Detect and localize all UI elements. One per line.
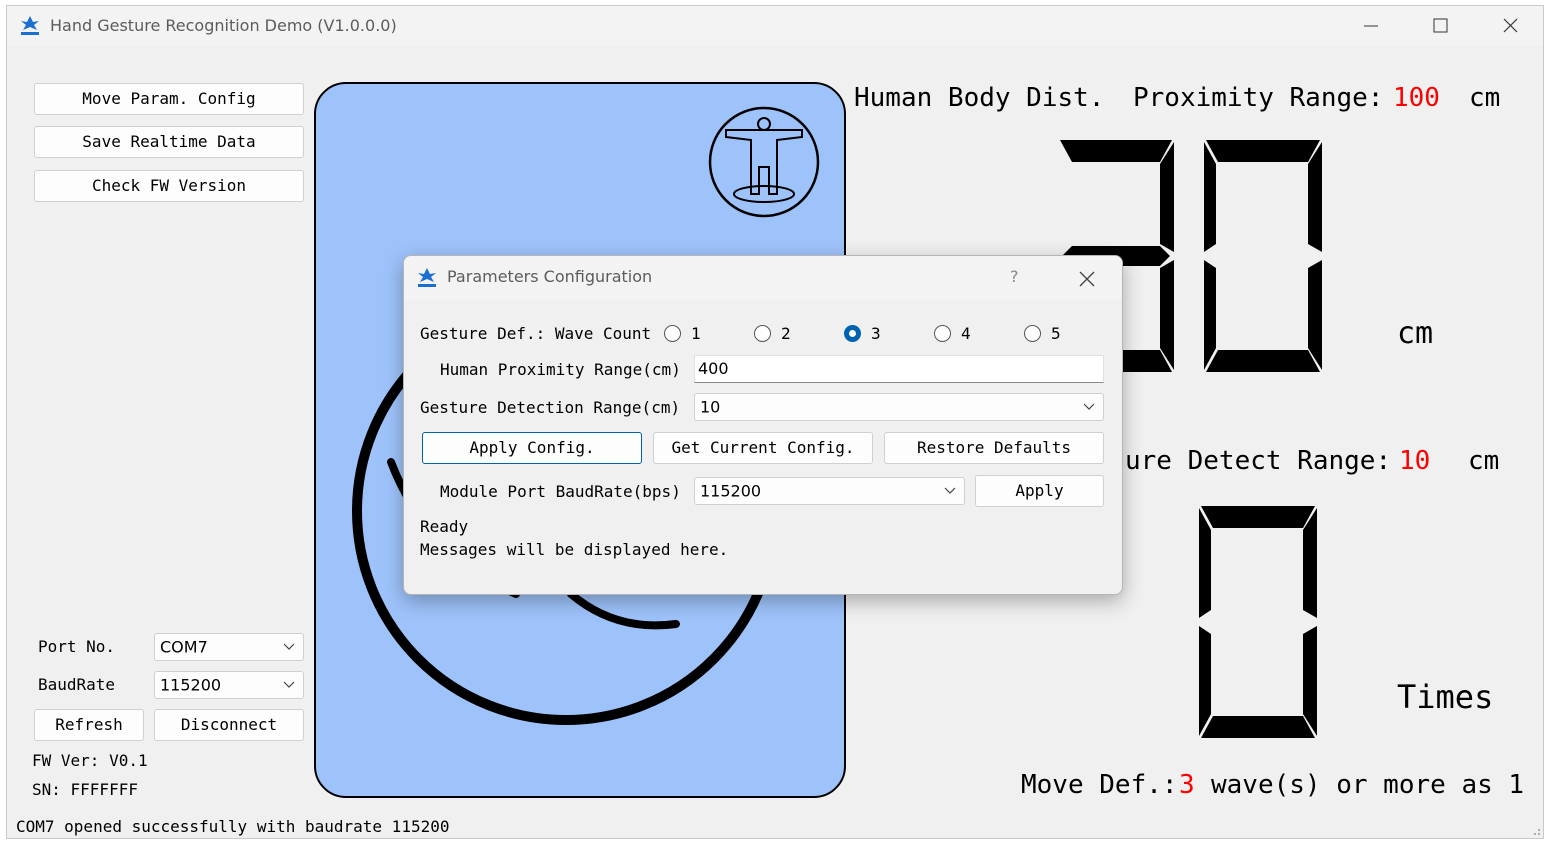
gesture-range-unit: cm <box>1468 446 1500 476</box>
port-select-value: COM7 <box>160 637 208 657</box>
count-unit: Times <box>1397 678 1494 716</box>
close-icon[interactable] <box>1076 268 1098 290</box>
restore-defaults-button[interactable]: Restore Defaults <box>884 432 1104 464</box>
app-logo-icon <box>21 16 39 35</box>
distance-unit: cm <box>1397 316 1434 351</box>
dialog-status-line-2: Messages will be displayed here. <box>420 540 729 559</box>
baudrate-label: BaudRate <box>38 675 116 694</box>
resize-grip-icon[interactable] <box>1529 824 1541 836</box>
title-bar: Hand Gesture Recognition Demo (V1.0.0.0) <box>7 6 1543 46</box>
chevron-down-icon <box>283 681 295 688</box>
human-body-dist-label: Human Body Dist. <box>854 83 1105 113</box>
human-range-input[interactable]: 400 <box>694 355 1104 383</box>
move-def-label: Move Def.: <box>1021 770 1178 800</box>
chevron-down-icon <box>283 643 295 650</box>
gesture-range-value: 10 <box>1399 446 1431 476</box>
serial-number-text: SN: FFFFFFF <box>32 780 138 799</box>
app-logo-icon <box>418 268 436 287</box>
wave-count-radio-5[interactable] <box>1024 325 1041 342</box>
maximize-icon[interactable] <box>1420 14 1460 38</box>
module-baudrate-select[interactable]: 115200 <box>694 477 965 505</box>
gesture-range-label: Gesture Detection Range(cm) <box>420 398 681 417</box>
wave-count-radio-1[interactable] <box>664 325 681 342</box>
module-baudrate-label: Module Port BaudRate(bps) <box>440 482 681 501</box>
minimize-icon[interactable] <box>1351 14 1391 38</box>
close-icon[interactable] <box>1490 14 1530 38</box>
baudrate-select[interactable]: 115200 <box>154 671 304 699</box>
wave-count-radio-3[interactable] <box>844 325 861 342</box>
fw-version-text: FW Ver: V0.1 <box>32 751 148 770</box>
wave-count-radio-4[interactable] <box>934 325 951 342</box>
chevron-down-icon <box>944 487 956 494</box>
human-body-icon <box>708 106 820 218</box>
wave-count-option-2: 2 <box>781 324 791 343</box>
human-range-input-value: 400 <box>698 359 729 378</box>
dialog-title: Parameters Configuration <box>447 267 653 286</box>
gesture-range-label: ure Detect Range: <box>1125 446 1392 476</box>
check-fw-version-button[interactable]: Check FW Version <box>34 170 304 202</box>
gesture-range-select-value: 10 <box>700 397 721 417</box>
wave-count-option-1: 1 <box>691 324 701 343</box>
apply-config-button[interactable]: Apply Config. <box>422 432 642 464</box>
refresh-button[interactable]: Refresh <box>34 709 144 741</box>
wave-count-option-4: 4 <box>961 324 971 343</box>
wave-count-radio-2[interactable] <box>754 325 771 342</box>
wave-count-option-3: 3 <box>871 324 881 343</box>
human-range-label: Human Proximity Range(cm) <box>440 360 681 379</box>
dialog-status-line-1: Ready <box>420 517 469 536</box>
gesture-range-select[interactable]: 10 <box>694 393 1104 421</box>
wave-count-option-5: 5 <box>1051 324 1061 343</box>
gesture-def-label: Gesture Def.: Wave Count <box>420 324 652 343</box>
port-select[interactable]: COM7 <box>154 633 304 661</box>
module-baudrate-select-value: 115200 <box>700 481 762 501</box>
status-bar: COM7 opened successfully with baudrate 1… <box>16 817 450 836</box>
apply-baudrate-button[interactable]: Apply <box>975 475 1104 507</box>
proximity-range-label: Proximity Range: <box>1133 83 1384 113</box>
dialog-title-bar: Parameters Configuration ? <box>404 256 1122 300</box>
proximity-range-value: 100 <box>1393 83 1440 113</box>
baudrate-select-value: 115200 <box>160 675 222 695</box>
chevron-down-icon <box>1083 403 1095 410</box>
move-def-value: 3 <box>1179 770 1195 800</box>
save-realtime-data-button[interactable]: Save Realtime Data <box>34 126 304 158</box>
port-label: Port No. <box>38 637 116 656</box>
move-def-suffix: wave(s) or more as 1 <box>1211 770 1525 800</box>
move-param-config-button[interactable]: Move Param. Config <box>34 83 304 115</box>
help-button[interactable]: ? <box>1010 267 1019 286</box>
count-seven-segment-display <box>1199 506 1317 738</box>
disconnect-button[interactable]: Disconnect <box>154 709 304 741</box>
get-current-config-button[interactable]: Get Current Config. <box>653 432 873 464</box>
proximity-unit: cm <box>1469 83 1501 113</box>
parameters-config-dialog: Parameters Configuration ? Gesture Def.:… <box>403 255 1123 595</box>
app-title: Hand Gesture Recognition Demo (V1.0.0.0) <box>50 16 397 35</box>
